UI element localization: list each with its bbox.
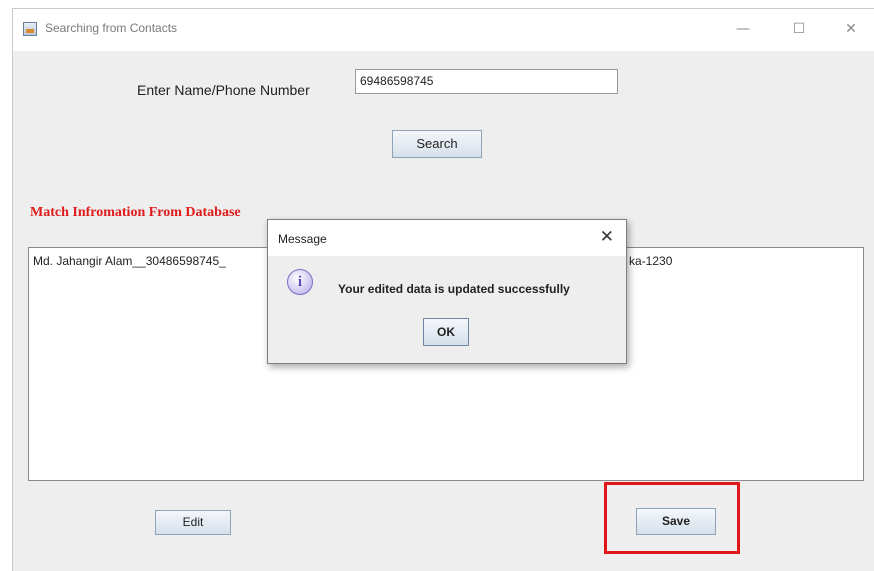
- minimize-button[interactable]: —: [725, 17, 761, 41]
- dialog-message: Your edited data is updated successfully: [338, 282, 570, 296]
- app-icon: [23, 22, 37, 36]
- message-dialog: Message ✕ i Your edited data is updated …: [267, 219, 627, 364]
- dialog-close-button[interactable]: ✕: [600, 227, 614, 247]
- results-heading: Match Infromation From Database: [30, 205, 241, 220]
- close-button[interactable]: ✕: [833, 17, 869, 41]
- ok-button[interactable]: OK: [423, 318, 469, 346]
- search-label: Enter Name/Phone Number: [137, 82, 310, 98]
- edit-button[interactable]: Edit: [155, 510, 231, 535]
- title-bar: Searching from Contacts — ☐ ✕: [13, 9, 874, 51]
- dialog-title: Message: [278, 232, 327, 246]
- info-icon: i: [287, 269, 313, 295]
- window-title: Searching from Contacts: [45, 21, 178, 35]
- results-text-left: Md. Jahangir Alam__30486598745_: [33, 254, 226, 268]
- save-highlight-box: [604, 482, 740, 554]
- search-button[interactable]: Search: [392, 130, 482, 158]
- dialog-title-bar: Message ✕: [268, 220, 626, 256]
- results-text-right: ka-1230: [629, 254, 673, 268]
- search-input[interactable]: 69486598745: [355, 69, 618, 94]
- maximize-button[interactable]: ☐: [781, 17, 817, 41]
